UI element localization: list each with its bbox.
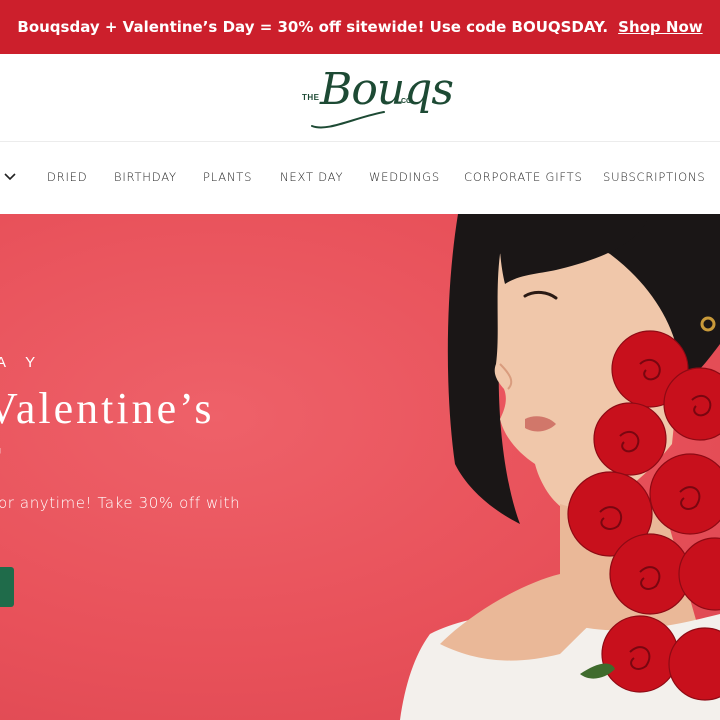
shop-now-link[interactable]: Shop Now [618, 18, 702, 36]
nav-item-plants[interactable]: PLANTS [203, 170, 252, 184]
nav-item-weddings[interactable]: WEDDINGS [369, 170, 440, 184]
nav-item-subscriptions[interactable]: SUBSCRIPTIONS [603, 170, 705, 184]
promo-banner: Bouqsday + Valentine’s Day = 30% off sit… [0, 0, 720, 54]
hero-eyebrow: A Y [0, 354, 44, 371]
site-header: THE Bouqs CO. [0, 54, 720, 142]
promo-text: Bouqsday + Valentine’s Day = 30% off sit… [17, 18, 609, 36]
hero-cta-button[interactable] [0, 567, 14, 607]
logo-suffix: CO. [401, 98, 414, 105]
nav-item-dried[interactable]: DRIED [47, 170, 87, 184]
hero-subtitle: or anytime! Take 30% off with [0, 494, 241, 512]
bouqs-logo[interactable]: THE Bouqs CO. [300, 60, 454, 136]
hero-title-line-2: r [0, 432, 215, 478]
main-nav: DRIED BIRTHDAY PLANTS NEXT DAY WEDDINGS … [0, 142, 720, 214]
nav-item-birthday[interactable]: BIRTHDAY [114, 170, 177, 184]
logo-swash-icon [311, 111, 385, 129]
logo-prefix: THE [302, 93, 320, 102]
hero-banner[interactable]: A Y Valentine’s r or anytime! Take 30% o… [0, 214, 720, 720]
hero-title: Valentine’s r [0, 386, 215, 478]
nav-item-corporate-gifts[interactable]: CORPORATE GIFTS [464, 170, 583, 184]
chevron-down-icon[interactable] [3, 170, 17, 184]
hero-title-line-1: Valentine’s [0, 384, 215, 433]
nav-item-next-day[interactable]: NEXT DAY [280, 170, 343, 184]
